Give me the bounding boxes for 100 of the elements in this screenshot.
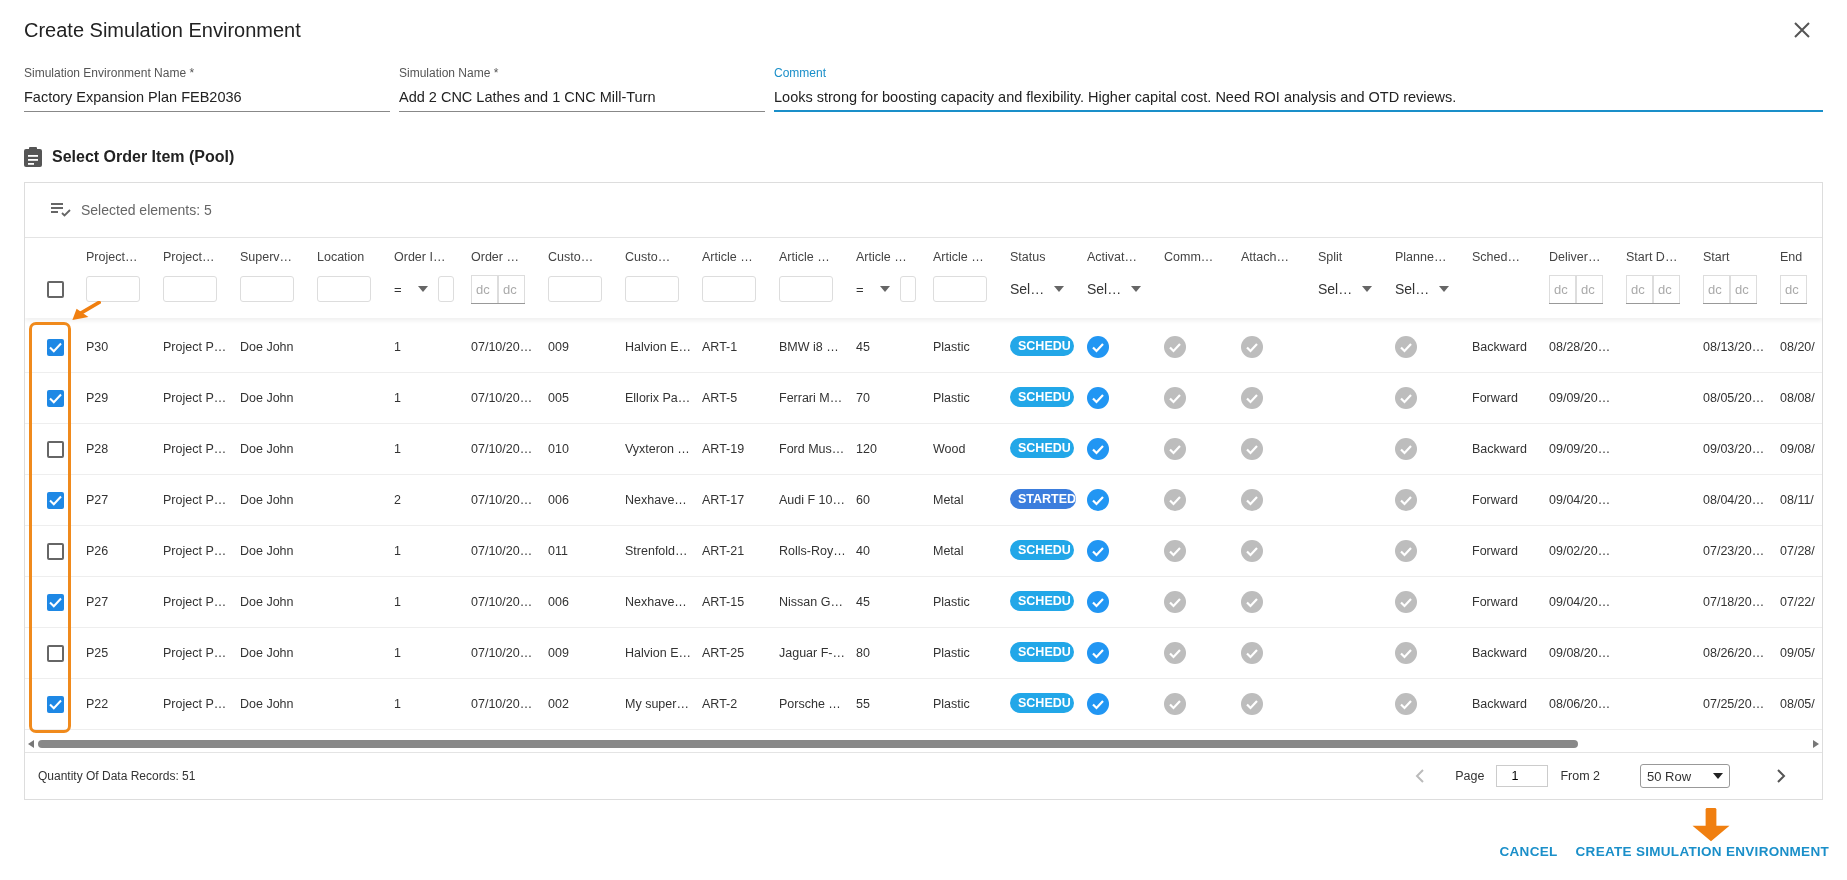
table-cell: 09/05/ xyxy=(1780,646,1815,660)
checkbox[interactable] xyxy=(47,280,64,298)
filter-field[interactable] xyxy=(548,276,602,302)
page-size-select[interactable]: 50 Row xyxy=(1640,764,1730,788)
column-header[interactable]: Order … xyxy=(471,250,548,266)
close-icon[interactable] xyxy=(1793,21,1811,39)
status-badge: STARTED xyxy=(1010,488,1077,509)
filter-field[interactable] xyxy=(779,276,833,302)
table-cell: Wood xyxy=(933,442,966,456)
column-header[interactable]: Attach… xyxy=(1241,250,1318,266)
column-header[interactable]: Article … xyxy=(702,250,779,266)
table-cell: 08/05/ xyxy=(1780,697,1815,711)
table-cell: Doe John xyxy=(240,544,294,558)
dialog-button[interactable]: CANCEL xyxy=(1499,838,1558,865)
column-header[interactable]: Comm… xyxy=(1164,250,1241,266)
chevron-right-icon[interactable] xyxy=(1776,769,1786,783)
table-cell: 09/08/ xyxy=(1780,442,1815,456)
checkbox[interactable] xyxy=(47,542,64,560)
checkbox[interactable] xyxy=(47,644,64,662)
scroll-right-icon[interactable] xyxy=(1813,740,1819,748)
column-header[interactable]: Article … xyxy=(933,250,1010,266)
filter-field[interactable] xyxy=(438,276,454,302)
filter-field[interactable] xyxy=(86,276,140,302)
date-field[interactable]: dc xyxy=(471,274,498,303)
select-field[interactable]: Sel… xyxy=(1087,281,1142,297)
chevron-left-icon[interactable] xyxy=(1415,769,1426,783)
date-field[interactable]: dc xyxy=(1703,274,1730,303)
filter-field[interactable] xyxy=(900,276,916,302)
table-cell: Doe John xyxy=(240,340,294,354)
column-header[interactable]: Start D… xyxy=(1626,250,1703,266)
filter-field[interactable] xyxy=(240,276,294,302)
checkbox[interactable] xyxy=(47,491,64,509)
table-cell: 07/10/20… xyxy=(471,442,533,456)
column-header[interactable]: Start xyxy=(1703,250,1780,266)
table-cell: 07/23/20… xyxy=(1703,544,1765,558)
scroll-left-icon[interactable] xyxy=(28,740,34,748)
column-header[interactable]: Custo… xyxy=(625,250,702,266)
table-cell: Project P… xyxy=(163,391,227,405)
dialog-button[interactable]: CREATE SIMULATION ENVIRONMENT xyxy=(1575,838,1829,865)
status-badge: SCHEDU xyxy=(1010,386,1074,407)
text-field[interactable]: Comment Looks strong for boosting capacity and flexibility. Higher capital cost. Need ROI analysis and OTD reviews. xyxy=(774,66,1823,112)
column-header[interactable]: Status xyxy=(1010,250,1087,266)
filter-field[interactable] xyxy=(933,276,987,302)
select-field[interactable]: Sel… xyxy=(1395,281,1450,297)
date-field[interactable]: dc xyxy=(1549,274,1576,303)
table-cell: Doe John xyxy=(240,697,294,711)
table-cell: Ellorix Pa… xyxy=(625,391,691,405)
table-cell: 07/10/20… xyxy=(471,340,533,354)
column-header[interactable]: Article … xyxy=(779,250,856,266)
filter-field[interactable] xyxy=(163,276,217,302)
column-header[interactable]: Location xyxy=(317,250,394,266)
column-header[interactable]: Order I… xyxy=(394,250,471,266)
checkbox[interactable] xyxy=(47,593,64,611)
filter-field[interactable] xyxy=(702,276,756,302)
text-field[interactable]: Simulation Name * Add 2 CNC Lathes and 1 CNC Mill-Turn xyxy=(399,66,765,112)
select-field[interactable]: Sel… xyxy=(1010,281,1065,297)
date-field[interactable]: dc xyxy=(1576,274,1603,303)
table-cell: Halvion E… xyxy=(625,340,691,354)
table-cell: 08/26/20… xyxy=(1703,646,1765,660)
checkbox[interactable] xyxy=(47,695,64,713)
date-field[interactable]: dc xyxy=(1653,274,1680,303)
text-field[interactable]: Simulation Environment Name * Factory Expansion Plan FEB2036 xyxy=(24,66,390,112)
column-header[interactable]: Custo… xyxy=(548,250,625,266)
column-header[interactable]: Project… xyxy=(163,250,240,266)
checkbox[interactable] xyxy=(47,338,64,356)
date-field[interactable]: dc xyxy=(498,274,525,303)
column-header[interactable]: Deliver… xyxy=(1549,250,1626,266)
column-header[interactable]: Planne… xyxy=(1395,250,1472,266)
table-cell: 1 xyxy=(394,340,401,354)
filter-field[interactable] xyxy=(625,276,679,302)
table-cell: BMW i8 … xyxy=(779,340,839,354)
checkbox[interactable] xyxy=(47,389,64,407)
column-header[interactable]: Sched… xyxy=(1472,250,1549,266)
caret-icon xyxy=(1131,286,1142,292)
status-badge: SCHEDU xyxy=(1010,335,1074,356)
table-cell: 09/04/20… xyxy=(1549,493,1611,507)
select-field[interactable]: Sel… xyxy=(1318,281,1373,297)
table-cell: My super… xyxy=(625,697,689,711)
column-header[interactable]: Superv… xyxy=(240,250,317,266)
checkbox[interactable] xyxy=(47,440,64,458)
column-header[interactable]: Activat… xyxy=(1087,250,1164,266)
scrollbar-thumb[interactable] xyxy=(38,740,1578,748)
column-header[interactable]: Project… xyxy=(86,250,163,266)
date-field[interactable]: dc xyxy=(1730,274,1757,303)
caret-icon xyxy=(418,286,428,292)
column-header[interactable]: Article … xyxy=(856,250,933,266)
date-field[interactable]: dc xyxy=(1626,274,1653,303)
table-cell: ART-2 xyxy=(702,697,738,711)
table-cell: P25 xyxy=(86,646,109,660)
page-field[interactable]: 1 xyxy=(1496,765,1549,787)
table-cell: 09/02/20… xyxy=(1549,544,1611,558)
table-cell: Doe John xyxy=(240,493,294,507)
column-header[interactable]: Split xyxy=(1318,250,1395,266)
column-header[interactable]: End xyxy=(1780,250,1820,266)
date-field[interactable]: dc xyxy=(1780,274,1807,303)
status-badge: SCHEDU xyxy=(1010,641,1074,662)
table-cell: Nexhave… xyxy=(625,595,687,609)
table-cell: ART-5 xyxy=(702,391,738,405)
table-cell: Vyxteron … xyxy=(625,442,690,456)
filter-field[interactable] xyxy=(317,276,371,302)
